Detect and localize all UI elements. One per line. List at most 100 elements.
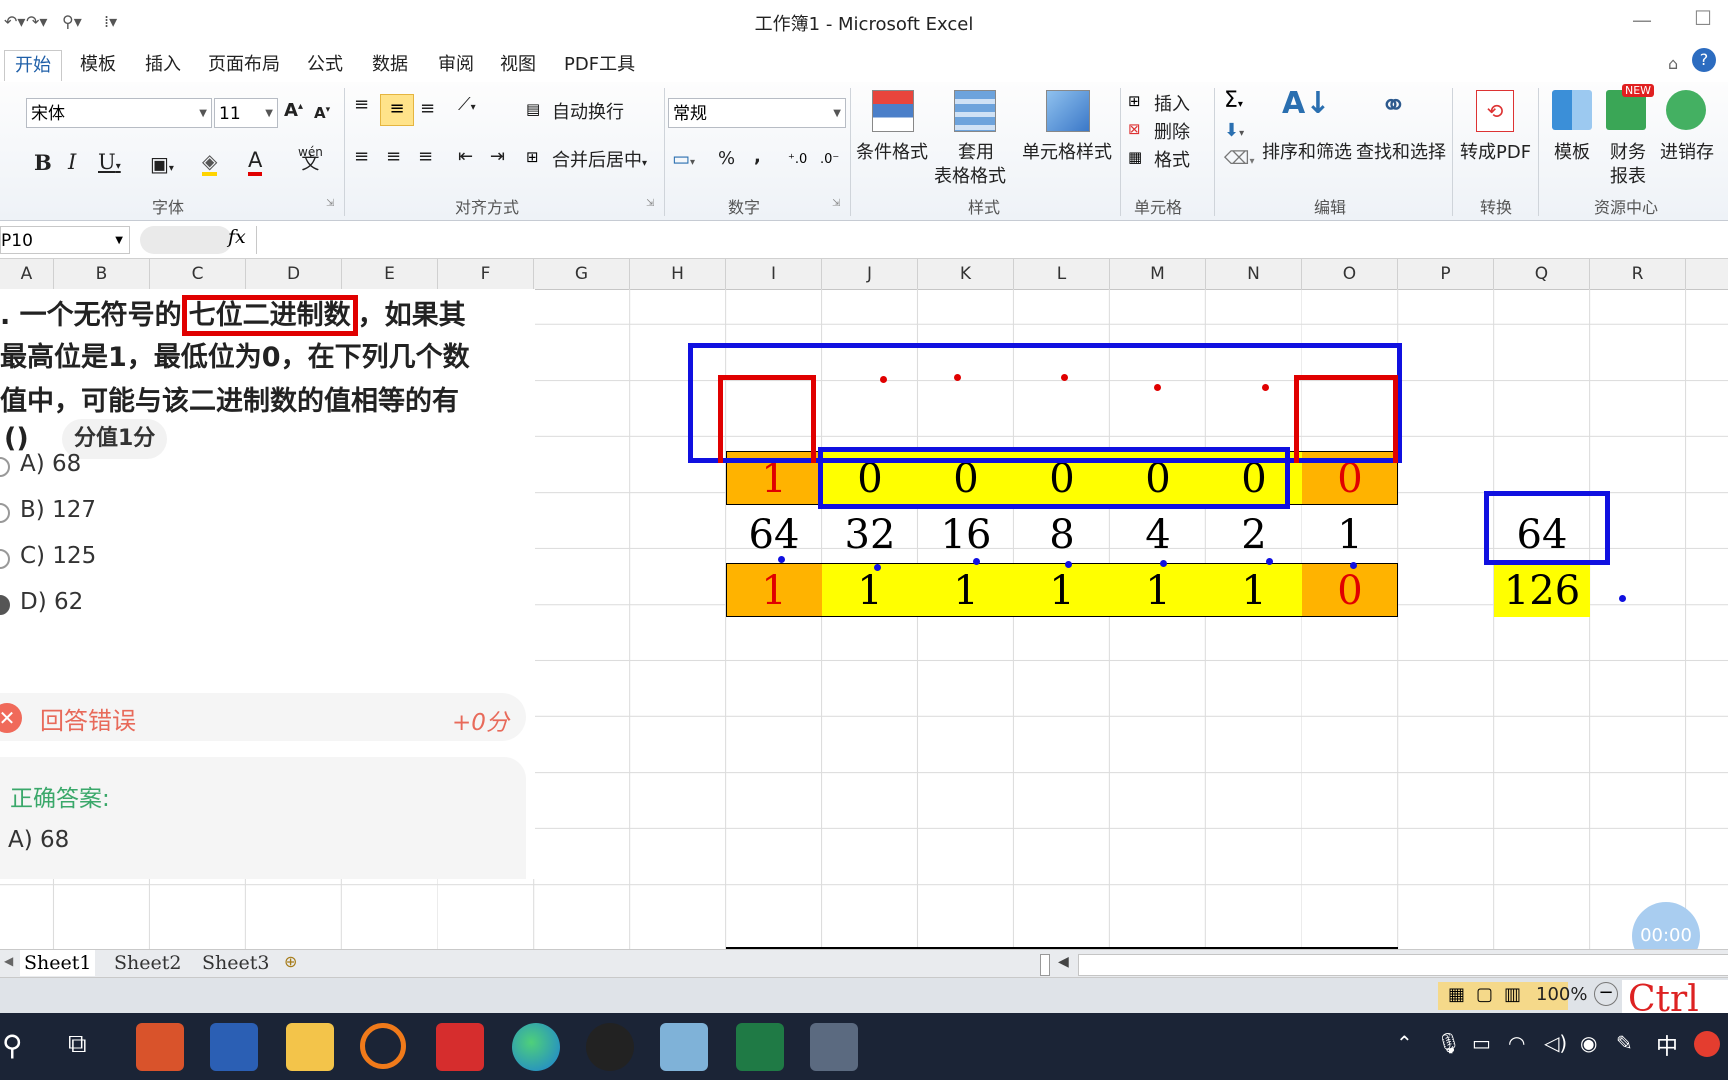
cell-style-icon[interactable] [1046,90,1090,132]
increase-indent-icon[interactable]: ⇥ [490,146,505,167]
autosum-icon[interactable]: Σ▾ [1224,88,1243,113]
notes-app-icon[interactable] [660,1023,708,1071]
column-header[interactable]: C [150,259,246,289]
decrease-decimal-icon[interactable]: .0⁻ [820,152,839,167]
option-a[interactable]: A) 68 [20,451,81,477]
radio-icon[interactable] [0,549,10,569]
comma-icon[interactable]: , [754,146,761,167]
wifi-icon[interactable]: ◠ [1508,1031,1525,1055]
tab-home[interactable]: 开始 [4,50,62,81]
delete-cells-button[interactable]: 删除 [1154,118,1190,144]
alignment-dialog-launcher-icon[interactable]: ⇲ [646,198,654,209]
maximize-icon[interactable]: ☐ [1694,6,1712,30]
orientation-icon[interactable]: ⟋▾ [458,94,476,115]
tab-review[interactable]: 审阅 [428,50,484,80]
input-method-icon[interactable] [1694,1031,1720,1057]
sheet-scroll-icon[interactable]: ◀ [4,954,13,968]
name-box[interactable]: P10 ▼ [0,226,130,254]
column-header[interactable]: O [1302,259,1398,289]
column-header[interactable]: D [246,259,342,289]
sheet-tab-3[interactable]: Sheet3 [198,950,273,976]
tray-chevron-icon[interactable]: ⌃ [1396,1031,1413,1055]
decrease-indent-icon[interactable]: ⇤ [458,146,473,167]
column-header[interactable]: L [1014,259,1110,289]
to-pdf-icon[interactable]: ⟲ [1476,90,1514,132]
conditional-format-button[interactable]: 条件格式 [856,138,928,164]
currency-icon[interactable]: ▭▾ [672,148,695,170]
zoom-level[interactable]: 100% [1536,984,1587,1005]
wrap-text-button[interactable]: 自动换行 [552,98,624,124]
phonetic-icon[interactable]: wén 文 [298,146,323,173]
grow-font-icon[interactable]: A▴ [284,100,303,121]
search-icon[interactable]: ⚲ [2,1029,23,1062]
clear-icon[interactable]: ⌫▾ [1224,148,1254,169]
formula-input[interactable] [256,226,1727,254]
split-handle[interactable] [1040,954,1050,976]
template-button[interactable]: 模板 [1554,138,1590,164]
sheet-tab-1[interactable]: Sheet1 [20,950,96,976]
column-header[interactable]: F [438,259,534,289]
align-middle-icon[interactable]: ≡ [380,94,414,126]
cell-weight[interactable]: 64 [726,507,822,561]
table-format-button-line2[interactable]: 表格格式 [934,162,1006,188]
zoom-out-icon[interactable]: − [1594,982,1618,1006]
align-left-icon[interactable]: ≡ [354,146,369,167]
calculator-icon[interactable] [810,1023,858,1071]
column-header[interactable]: M [1110,259,1206,289]
font-size-combo[interactable]: 11 ▼ [214,98,278,128]
radio-icon[interactable] [0,503,10,523]
pdf-app-icon[interactable] [436,1023,484,1071]
page-layout-view-icon[interactable]: ▢ [1476,984,1493,1005]
delete-cells-icon[interactable]: ⊠ [1128,120,1141,138]
find-select-button[interactable]: 查找和选择 [1356,138,1446,164]
search-app-icon[interactable] [360,1023,406,1069]
cell-weight[interactable]: 16 [918,507,1014,561]
sort-filter-button[interactable]: 排序和筛选 [1262,138,1352,164]
option-d[interactable]: D) 62 [20,589,83,615]
option-c[interactable]: C) 125 [20,543,96,569]
to-pdf-button[interactable]: 转成PDF [1460,138,1531,164]
insert-cells-button[interactable]: 插入 [1154,90,1190,116]
cell-weight[interactable]: 2 [1206,507,1302,561]
qq-tray-icon[interactable]: ◉ [1580,1031,1597,1055]
underline-icon[interactable]: U▾ [98,150,121,174]
font-dialog-launcher-icon[interactable]: ⇲ [326,198,334,209]
format-cells-icon[interactable]: ▦ [1128,148,1142,166]
pen-icon[interactable]: ✎ [1616,1031,1633,1055]
template-icon[interactable] [1552,90,1592,130]
edge-icon[interactable] [512,1023,560,1071]
fill-icon[interactable]: ⬇▾ [1224,120,1244,141]
help-icon[interactable]: ? [1692,48,1716,72]
cell-weight[interactable]: 1 [1302,507,1398,561]
column-header[interactable]: K [918,259,1014,289]
column-header[interactable]: H [630,259,726,289]
insert-cells-icon[interactable]: ⊞ [1128,92,1141,110]
radio-icon[interactable] [0,457,10,477]
tab-page-layout[interactable]: 页面布局 [198,50,290,80]
table-format-button-line1[interactable]: 套用 [958,138,994,164]
column-header[interactable]: A [0,259,54,289]
inventory-icon[interactable] [1666,90,1706,130]
tab-pdf-tools[interactable]: PDF工具 [554,50,645,80]
horizontal-scrollbar[interactable] [1078,954,1728,976]
tab-template[interactable]: 模板 [70,50,126,80]
volume-icon[interactable]: ◁) [1544,1031,1567,1055]
column-header[interactable]: N [1206,259,1302,289]
task-view-icon[interactable]: ⧉ [68,1029,87,1060]
number-format-combo[interactable]: 常规 ▼ [668,98,846,128]
finance-report-button-line1[interactable]: 财务 [1610,138,1646,164]
column-header[interactable]: E [342,259,438,289]
sort-filter-icon[interactable]: A↓ [1282,86,1330,121]
microphone-icon[interactable]: 🎙 [1436,1031,1461,1055]
tab-formulas[interactable]: 公式 [297,50,353,80]
border-icon[interactable]: ▣▾ [150,152,174,176]
finance-report-button-line2[interactable]: 报表 [1610,162,1646,188]
tab-data[interactable]: 数据 [362,50,418,80]
align-top-icon[interactable]: ≡ [354,94,369,115]
column-header[interactable]: P [1398,259,1494,289]
font-name-combo[interactable]: 宋体 ▼ [26,98,212,128]
cell-weight[interactable]: 4 [1110,507,1206,561]
excel-icon[interactable] [736,1023,784,1071]
shrink-font-icon[interactable]: A▾ [314,104,330,122]
number-dialog-launcher-icon[interactable]: ⇲ [832,198,840,209]
